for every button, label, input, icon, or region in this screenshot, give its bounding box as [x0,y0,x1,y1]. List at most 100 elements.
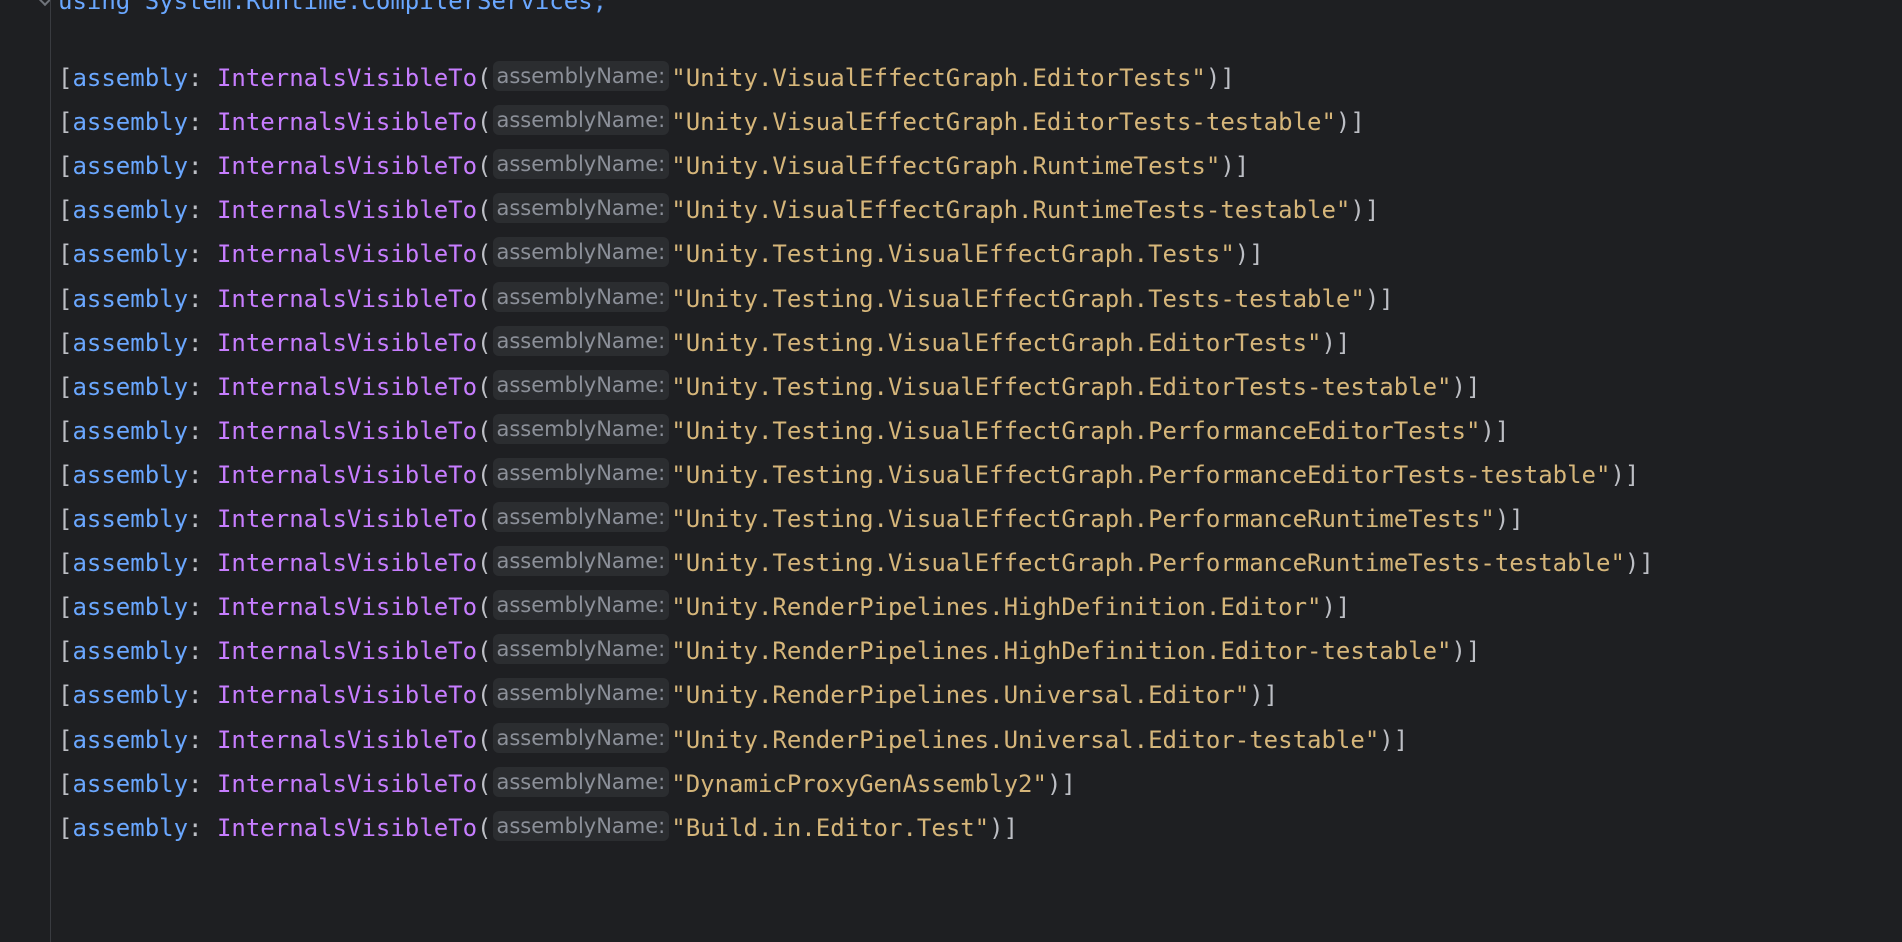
attribute-name: InternalsVisibleTo [216,505,478,533]
code-line[interactable]: [assembly: InternalsVisibleTo(assemblyNa… [58,629,1480,673]
attribute-name: InternalsVisibleTo [216,328,478,357]
gutter-divider [50,0,51,942]
attribute-name: InternalsVisibleTo [216,549,478,578]
colon: : [188,152,217,181]
attribute-target-keyword: assembly [72,372,189,401]
open-bracket: [ [58,284,73,313]
open-bracket: [ [58,64,73,92]
close-paren-bracket: )] [1234,240,1264,269]
open-paren: ( [477,416,492,445]
close-paren-bracket: )] [1350,196,1380,225]
attribute-name: InternalsVisibleTo [216,372,478,401]
parameter-hint: assemblyName: [492,325,670,356]
open-bracket: [ [58,725,73,754]
parameter-hint: assemblyName: [492,810,670,841]
code-line[interactable]: [assembly: InternalsVisibleTo(assemblyNa… [58,718,1408,762]
code-line[interactable]: [assembly: InternalsVisibleTo(assemblyNa… [58,144,1249,188]
close-paren-bracket: )] [1451,372,1481,401]
close-paren-bracket: )] [1494,505,1524,533]
close-paren-bracket: )] [989,813,1019,842]
open-bracket: [ [58,593,73,622]
code-line[interactable]: [assembly: InternalsVisibleTo(assemblyNa… [58,100,1365,144]
code-line[interactable]: [assembly: InternalsVisibleTo(assemblyNa… [58,585,1350,629]
attribute-name: InternalsVisibleTo [216,593,478,622]
code-line[interactable]: [assembly: InternalsVisibleTo(assemblyNa… [58,277,1394,321]
code-line[interactable]: [assembly: InternalsVisibleTo(assemblyNa… [58,497,1524,541]
attribute-target-keyword: assembly [72,64,189,92]
open-paren: ( [477,813,492,842]
open-paren: ( [477,637,492,666]
colon: : [188,813,217,842]
string-literal: "Unity.Testing.VisualEffectGraph.Perform… [671,416,1481,445]
code-line[interactable]: [assembly: InternalsVisibleTo(assemblyNa… [58,806,1018,850]
code-line[interactable]: [assembly: InternalsVisibleTo(assemblyNa… [58,232,1264,276]
close-paren-bracket: )] [1624,549,1654,578]
open-paren: ( [477,372,492,401]
colon: : [188,549,217,578]
code-line[interactable]: [assembly: InternalsVisibleTo(assemblyNa… [58,453,1639,497]
code-line[interactable]: [assembly: InternalsVisibleTo(assemblyNa… [58,409,1509,453]
parameter-hint: assemblyName: [492,678,670,709]
colon: : [188,108,217,137]
attribute-name: InternalsVisibleTo [216,108,478,137]
close-paren-bracket: )] [1451,637,1481,666]
close-paren-bracket: )] [1321,593,1351,622]
string-literal: "Unity.RenderPipelines.HighDefinition.Ed… [671,593,1322,622]
colon: : [188,637,217,666]
colon: : [188,505,217,533]
string-literal: "Unity.VisualEffectGraph.EditorTests-tes… [671,108,1336,137]
string-literal: "Unity.Testing.VisualEffectGraph.Perform… [671,460,1611,489]
colon: : [188,372,217,401]
string-literal: "Unity.RenderPipelines.HighDefinition.Ed… [671,637,1452,666]
attribute-target-keyword: assembly [72,152,189,181]
code-line[interactable]: [assembly: InternalsVisibleTo(assemblyNa… [58,321,1350,365]
attribute-target-keyword: assembly [72,328,189,357]
attribute-target-keyword: assembly [72,416,189,445]
open-bracket: [ [58,196,73,225]
open-paren: ( [477,152,492,181]
open-bracket: [ [58,549,73,578]
open-paren: ( [477,64,492,92]
colon: : [188,681,217,710]
attribute-target-keyword: assembly [72,460,189,489]
open-bracket: [ [58,505,73,533]
open-paren: ( [477,460,492,489]
code-line[interactable]: [assembly: InternalsVisibleTo(assemblyNa… [58,673,1278,717]
code-line[interactable]: [assembly: InternalsVisibleTo(assemblyNa… [58,56,1235,100]
open-paren: ( [477,769,492,798]
code-editor[interactable]: using System.Runtime.CompilerServices; [… [0,0,1902,942]
string-literal: "Unity.VisualEffectGraph.EditorTests" [671,64,1206,92]
colon: : [188,593,217,622]
open-paren: ( [477,328,492,357]
open-bracket: [ [58,416,73,445]
parameter-hint: assemblyName: [492,149,670,180]
attribute-name: InternalsVisibleTo [216,725,478,754]
attribute-target-keyword: assembly [72,681,189,710]
close-paren-bracket: )] [1335,108,1365,137]
attribute-name: InternalsVisibleTo [216,64,478,92]
parameter-hint: assemblyName: [492,590,670,621]
colon: : [188,240,217,269]
code-line[interactable]: [assembly: InternalsVisibleTo(assemblyNa… [58,762,1076,806]
code-line-partial[interactable]: using System.Runtime.CompilerServices; [58,0,607,16]
attribute-name: InternalsVisibleTo [216,769,478,798]
attribute-name: InternalsVisibleTo [216,681,478,710]
open-paren: ( [477,108,492,137]
parameter-hint: assemblyName: [492,502,670,532]
code-line[interactable]: [assembly: InternalsVisibleTo(assemblyNa… [58,541,1654,585]
open-paren: ( [477,549,492,578]
attribute-name: InternalsVisibleTo [216,460,478,489]
attribute-name: InternalsVisibleTo [216,284,478,313]
attribute-name: InternalsVisibleTo [216,637,478,666]
parameter-hint: assemblyName: [492,634,670,665]
parameter-hint: assemblyName: [492,413,670,444]
code-line[interactable]: [assembly: InternalsVisibleTo(assemblyNa… [58,188,1379,232]
parameter-hint: assemblyName: [492,457,670,488]
attribute-target-keyword: assembly [72,284,189,313]
code-line[interactable]: [assembly: InternalsVisibleTo(assemblyNa… [58,365,1480,409]
string-literal: "Unity.Testing.VisualEffectGraph.EditorT… [671,328,1322,357]
colon: : [188,725,217,754]
colon: : [188,284,217,313]
open-bracket: [ [58,328,73,357]
open-bracket: [ [58,681,73,710]
